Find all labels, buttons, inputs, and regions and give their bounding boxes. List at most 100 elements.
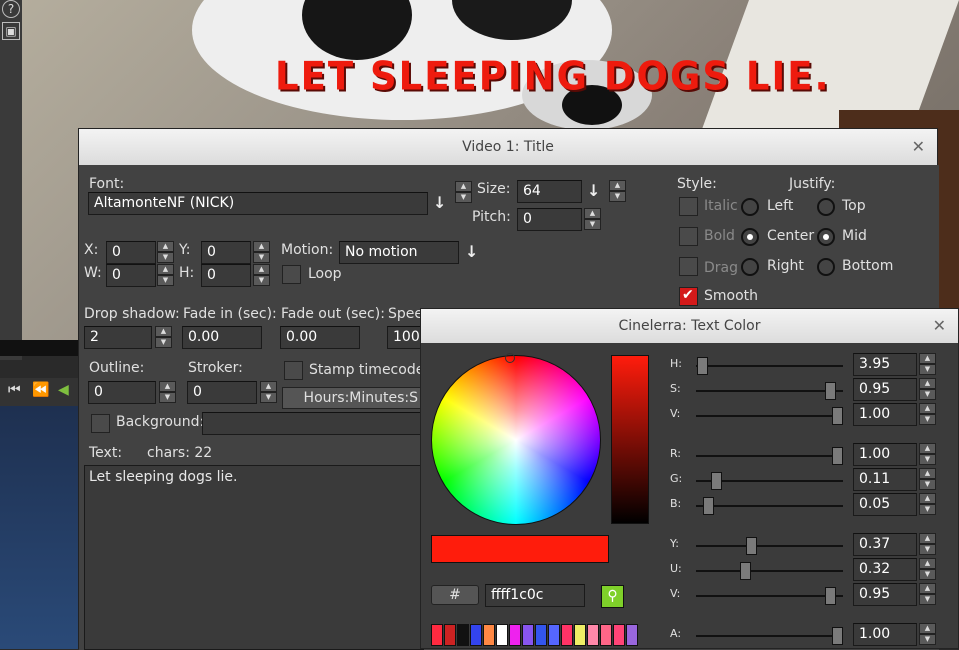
drop-shadow-spinner[interactable]: ▲ ▼ (155, 326, 172, 349)
slider-v[interactable] (696, 407, 843, 425)
slider-value-b[interactable]: 0.05 (853, 493, 917, 516)
fade-in-field[interactable]: 0.00 (182, 326, 262, 349)
color-swatch[interactable] (444, 624, 456, 646)
slider-spinner-v[interactable]: ▲ ▼ (919, 403, 936, 426)
color-wheel[interactable] (431, 355, 601, 525)
color-swatch[interactable] (574, 624, 586, 646)
slider-spinner-r[interactable]: ▲ ▼ (919, 443, 936, 466)
font-field[interactable]: AltamonteNF (NICK) (88, 192, 428, 215)
slider-value-y[interactable]: 0.37 (853, 533, 917, 556)
frame-icon[interactable]: ▣ (2, 22, 20, 40)
background-checkbox[interactable] (91, 414, 110, 433)
size-spinner[interactable]: ▲ ▼ (609, 180, 626, 203)
slider-spinner-s[interactable]: ▲ ▼ (919, 378, 936, 401)
color-swatch[interactable] (561, 624, 573, 646)
hex-field[interactable]: ffff1c0c (485, 584, 585, 607)
slider-thumb-v2[interactable] (825, 587, 836, 605)
slider-u[interactable] (696, 562, 843, 580)
h-field[interactable]: 0 (201, 264, 251, 287)
color-swatch[interactable] (496, 624, 508, 646)
slider-a[interactable] (696, 627, 843, 645)
stamp-timecode-checkbox[interactable] (284, 361, 303, 380)
slider-thumb-r[interactable] (832, 447, 843, 465)
y-spinner[interactable]: ▲ ▼ (253, 241, 270, 264)
drag-checkbox[interactable] (679, 257, 698, 276)
slider-value-v[interactable]: 1.00 (853, 403, 917, 426)
color-swatch[interactable] (522, 624, 534, 646)
slider-value-g[interactable]: 0.11 (853, 468, 917, 491)
y-field[interactable]: 0 (201, 241, 251, 264)
slider-value-h[interactable]: 3.95 (853, 353, 917, 376)
background-field[interactable] (202, 412, 424, 435)
slider-spinner-u[interactable]: ▲ ▼ (919, 558, 936, 581)
size-field[interactable]: 64 (517, 180, 582, 203)
x-field[interactable]: 0 (106, 241, 156, 264)
color-swatches[interactable] (431, 624, 639, 648)
color-swatch[interactable] (483, 624, 495, 646)
font-spinner[interactable]: ▲ ▼ (455, 181, 472, 204)
italic-checkbox[interactable] (679, 197, 698, 216)
stroker-field[interactable]: 0 (187, 381, 257, 404)
close-icon[interactable]: ✕ (933, 309, 946, 343)
hex-button[interactable]: # (431, 585, 479, 605)
color-swatch[interactable] (613, 624, 625, 646)
play-back-icon[interactable]: ◀ (58, 382, 69, 398)
eyedropper-icon[interactable]: ⚲ (601, 585, 624, 608)
loop-checkbox[interactable] (282, 265, 301, 284)
bold-checkbox[interactable] (679, 227, 698, 246)
pitch-field[interactable]: 0 (517, 208, 582, 231)
value-gradient-bar[interactable] (611, 355, 649, 524)
timecode-format-button[interactable]: Hours:Minutes:S (282, 387, 422, 409)
color-swatch[interactable] (587, 624, 599, 646)
color-swatch[interactable] (535, 624, 547, 646)
slider-thumb-b[interactable] (703, 497, 714, 515)
color-swatch[interactable] (509, 624, 521, 646)
slider-thumb-a[interactable] (832, 627, 843, 645)
motion-dropdown-icon[interactable]: ↓ (465, 242, 478, 261)
slider-s[interactable] (696, 382, 843, 400)
color-swatch[interactable] (626, 624, 638, 646)
slider-spinner-g[interactable]: ▲ ▼ (919, 468, 936, 491)
color-swatch[interactable] (431, 624, 443, 646)
slider-thumb-h[interactable] (697, 357, 708, 375)
pitch-spinner[interactable]: ▲ ▼ (584, 208, 601, 231)
slider-thumb-s[interactable] (825, 382, 836, 400)
justify-left-radio[interactable] (741, 198, 759, 216)
x-spinner[interactable]: ▲ ▼ (157, 241, 174, 264)
slider-thumb-g[interactable] (711, 472, 722, 490)
slider-value-u[interactable]: 0.32 (853, 558, 917, 581)
w-spinner[interactable]: ▲ ▼ (157, 264, 174, 287)
h-spinner[interactable]: ▲ ▼ (253, 264, 270, 287)
slider-spinner-h[interactable]: ▲ ▼ (919, 353, 936, 376)
justify-bottom-radio[interactable] (817, 258, 835, 276)
slider-b[interactable] (696, 497, 843, 515)
slider-value-r[interactable]: 1.00 (853, 443, 917, 466)
slider-spinner-y[interactable]: ▲ ▼ (919, 533, 936, 556)
slider-value-s[interactable]: 0.95 (853, 378, 917, 401)
slider-thumb-v[interactable] (832, 407, 843, 425)
justify-top-radio[interactable] (817, 198, 835, 216)
rewind-icon[interactable]: ⏮ (8, 382, 21, 398)
slider-r[interactable] (696, 447, 843, 465)
justify-right-radio[interactable] (741, 258, 759, 276)
justify-mid-radio[interactable] (817, 228, 835, 246)
color-swatch[interactable] (470, 624, 482, 646)
slider-v2[interactable] (696, 587, 843, 605)
slider-spinner-b[interactable]: ▲ ▼ (919, 493, 936, 516)
help-icon[interactable]: ? (2, 0, 20, 18)
color-wheel-cursor[interactable] (505, 353, 515, 363)
slider-value-a[interactable]: 1.00 (853, 623, 917, 646)
drop-shadow-field[interactable]: 2 (84, 326, 152, 349)
slider-h[interactable] (696, 357, 843, 375)
justify-center-radio[interactable] (741, 228, 759, 246)
slider-spinner-a[interactable]: ▲ ▼ (919, 623, 936, 646)
color-swatch[interactable] (600, 624, 612, 646)
slider-g[interactable] (696, 472, 843, 490)
w-field[interactable]: 0 (106, 264, 156, 287)
smooth-checkbox[interactable] (679, 287, 698, 306)
outline-field[interactable]: 0 (88, 381, 156, 404)
size-dropdown-icon[interactable]: ↓ (587, 181, 600, 200)
font-dropdown-icon[interactable]: ↓ (433, 193, 446, 212)
text-editor[interactable]: Let sleeping dogs lie. (84, 465, 424, 650)
fade-out-field[interactable]: 0.00 (280, 326, 360, 349)
